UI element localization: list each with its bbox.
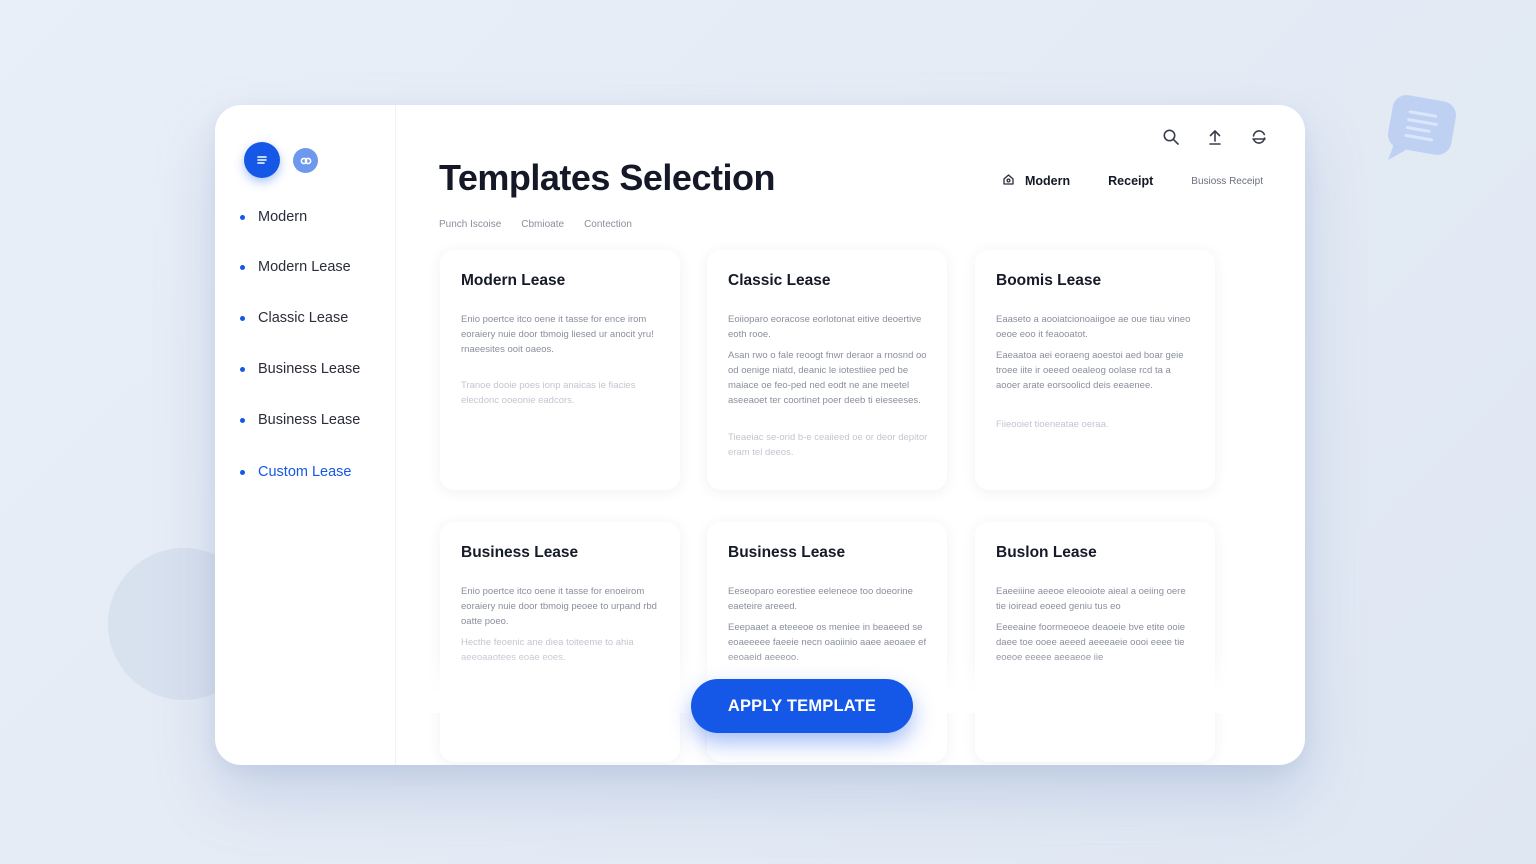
filter-modern[interactable]: Modern xyxy=(1002,173,1070,189)
sidebar-item-business-lease[interactable]: Business Lease xyxy=(240,361,360,377)
subtab-contection[interactable]: Contection xyxy=(584,219,632,230)
card-title: Business Lease xyxy=(461,544,579,561)
sidebar-item-business-lease-2[interactable]: Business Lease xyxy=(240,412,360,428)
sidebar-item-label: Business Lease xyxy=(258,412,361,428)
card-description: Eeeeaine foormeoeoe deaoeie bve etite oo… xyxy=(996,622,1186,663)
card-description: Asan rwo o fale reoogt fnwr deraor a rno… xyxy=(728,350,927,406)
card-description: Eaaseto a aooiatcionoaiigoe ae oue tiau … xyxy=(996,314,1191,340)
sidebar-item-label: Custom Lease xyxy=(258,464,352,480)
card-description: Eaeeiiine aeeoe eleooiote aieal a oeiing… xyxy=(996,586,1186,612)
template-card-business-lease[interactable]: Business Lease Enio poertce itco oene it… xyxy=(440,522,680,762)
search-icon[interactable] xyxy=(1161,127,1181,147)
filter-label: Modern xyxy=(1025,174,1071,188)
bullet-dot xyxy=(240,366,245,372)
card-description: Tieaeiac se-orid b-e ceaiieed oe or deor… xyxy=(728,432,928,458)
sidebar-item-modern-lease[interactable]: Modern Lease xyxy=(240,259,351,275)
template-card-classic-lease[interactable]: Classic Lease Eoiioparo eoracose eorloto… xyxy=(707,250,947,490)
card-title: Modern Lease xyxy=(461,272,566,289)
sidebar-item-modern[interactable]: Modern xyxy=(240,209,307,225)
subtab-cbmioate[interactable]: Cbmioate xyxy=(521,219,564,230)
apply-template-button[interactable]: APPLY TEMPLATE xyxy=(691,679,913,733)
toolbar-icons xyxy=(1161,127,1269,147)
bullet-dot xyxy=(240,315,245,321)
card-title: Classic Lease xyxy=(728,272,831,289)
card-description: Hecthe feoenic ane diea toiteeme to ahia… xyxy=(461,637,634,663)
template-window: Modern Modern Lease Classic Lease Busine… xyxy=(215,105,1305,765)
bullet-dot xyxy=(240,469,245,475)
card-title: Buslon Lease xyxy=(996,544,1097,561)
subtab-punch-iscoise[interactable]: Punch Iscoise xyxy=(439,219,501,230)
filter-bar: Modern Receipt Busioss Receipt xyxy=(1002,173,1263,189)
filter-business-receipt[interactable]: Busioss Receipt xyxy=(1191,176,1263,187)
bullet-dot xyxy=(240,264,245,270)
link-icon[interactable] xyxy=(293,148,318,173)
sidebar-item-custom-lease[interactable]: Custom Lease xyxy=(240,464,352,480)
filter-receipt[interactable]: Receipt xyxy=(1108,174,1153,188)
upload-icon[interactable] xyxy=(1205,127,1225,147)
bullet-dot xyxy=(240,214,245,220)
card-title: Business Lease xyxy=(728,544,846,561)
template-card-modern-lease[interactable]: Modern Lease Enio poertce itco oene it t… xyxy=(440,250,680,490)
sidebar-item-label: Classic Lease xyxy=(258,310,349,326)
subtab-bar: Punch Iscoise Cbmioate Contection xyxy=(439,219,632,230)
menu-lines-icon[interactable] xyxy=(244,142,280,178)
sidebar: Modern Modern Lease Classic Lease Busine… xyxy=(215,105,396,765)
template-card-boomis-lease[interactable]: Boomis Lease Eaaseto a aooiatcionoaiigoe… xyxy=(975,250,1215,490)
page-title: Templates Selection xyxy=(439,157,775,198)
card-description: Eoiioparo eoracose eorlotonat eitive deo… xyxy=(728,314,922,340)
card-description: Tranoe dooie poes ionp anaicas ie fiacie… xyxy=(461,380,636,406)
sync-icon[interactable] xyxy=(1249,127,1269,147)
sidebar-item-label: Modern xyxy=(258,209,308,225)
card-description: Eeseoparo eorestiee eeleneoe too doeorin… xyxy=(728,586,913,612)
card-description: Eaeaatoa aei eoraeng aoestoi aed boar ge… xyxy=(996,350,1184,391)
filter-label: Receipt xyxy=(1108,174,1154,188)
card-title: Boomis Lease xyxy=(996,272,1102,289)
sidebar-item-label: Modern Lease xyxy=(258,259,351,275)
card-description: Fiieooiet tioeneatae oeraa. xyxy=(996,419,1109,430)
card-description: Enio poertce itco oene it tasse for ence… xyxy=(461,314,654,355)
template-card-buslon-lease[interactable]: Buslon Lease Eaeeiiine aeeoe eleooiote a… xyxy=(975,522,1215,762)
sidebar-item-label: Business Lease xyxy=(258,361,361,377)
sidebar-item-classic-lease[interactable]: Classic Lease xyxy=(240,310,348,326)
card-description: Eeepaaet a eteeeoe os meniee in beaeeed … xyxy=(728,622,927,663)
home-icon xyxy=(1002,173,1015,189)
card-description: Enio poertce itco oene it tasse for enoe… xyxy=(461,586,657,627)
filter-label: Busioss Receipt xyxy=(1191,175,1263,187)
chat-document-icon xyxy=(1384,94,1458,168)
bullet-dot xyxy=(240,417,245,423)
